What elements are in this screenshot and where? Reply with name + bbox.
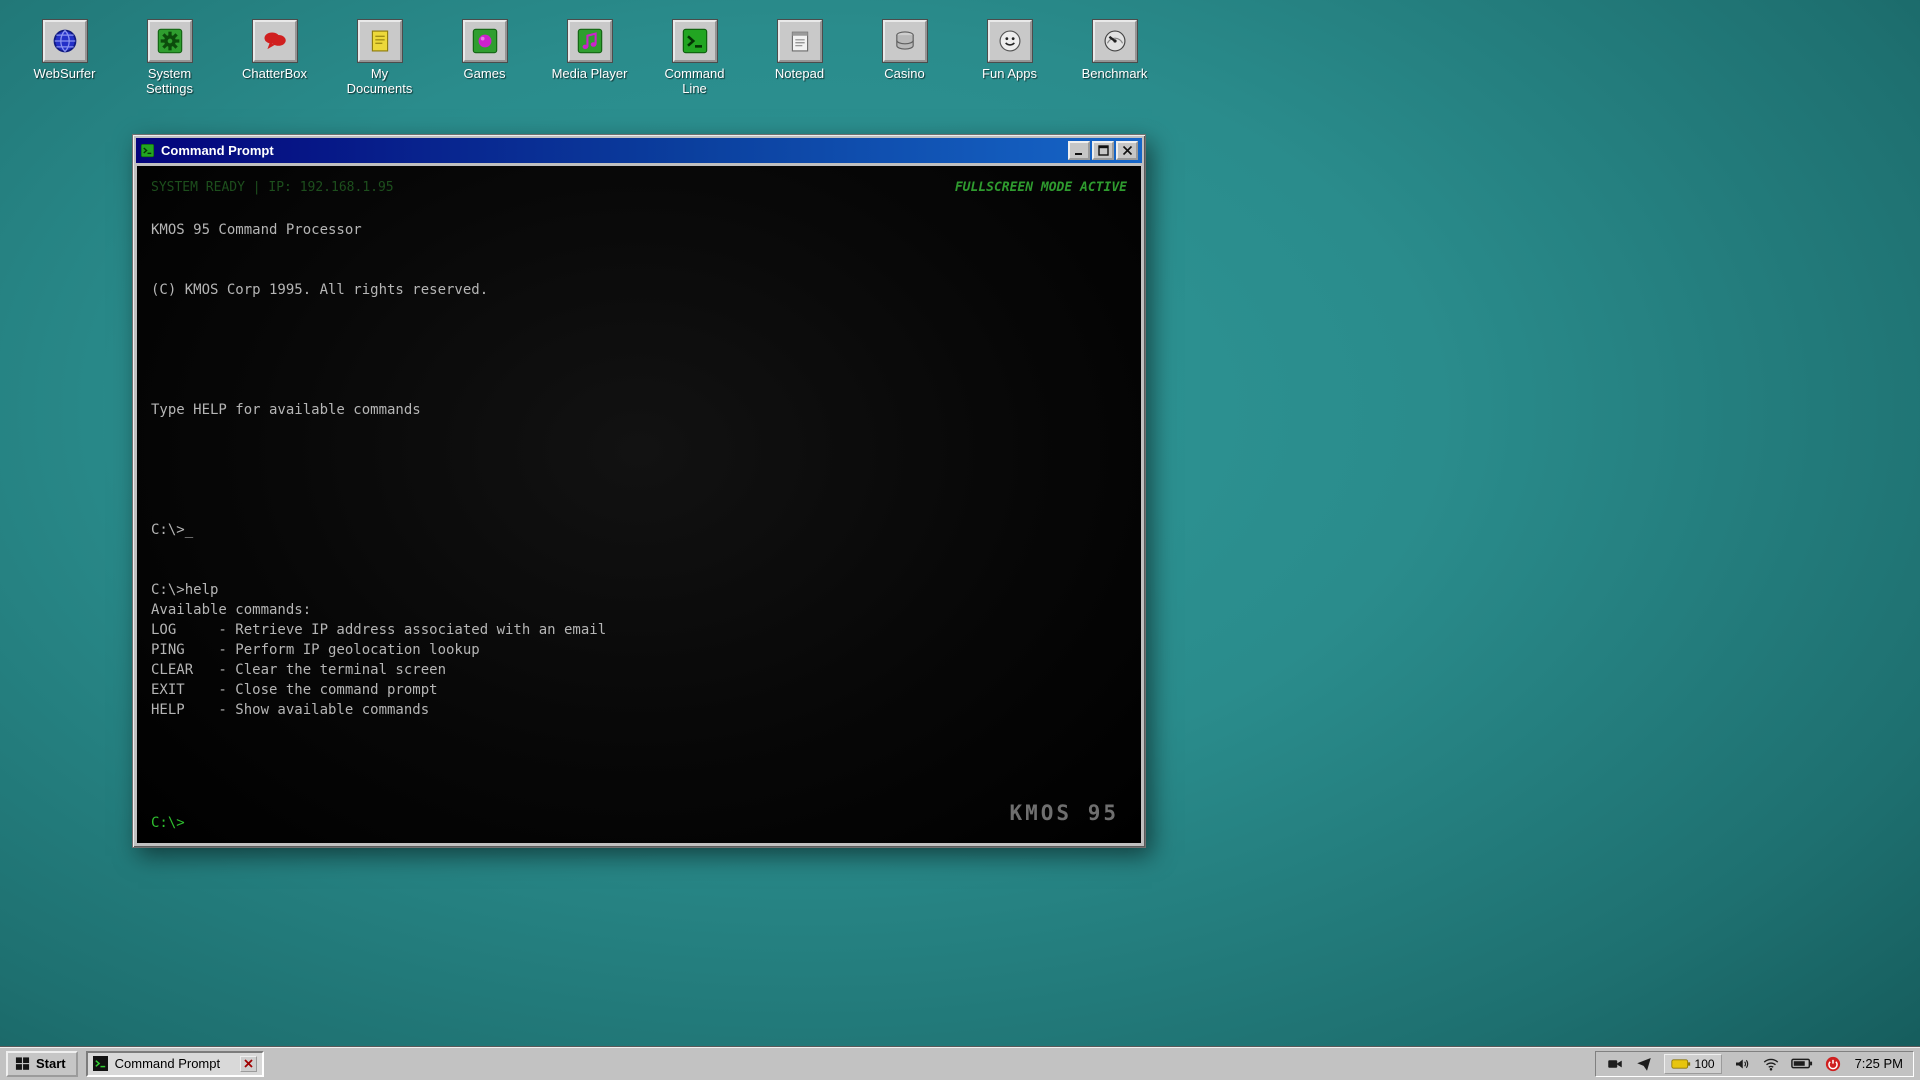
globe-icon <box>43 20 87 62</box>
command-prompt-window: Command Prompt SYSTEM READY | IP: 192.16… <box>132 134 1146 848</box>
terminal-icon <box>93 1056 108 1071</box>
desktop-icon-media-player[interactable]: Media Player <box>537 20 642 97</box>
terminal-line: C:\>help <box>151 580 1127 600</box>
chat-icon <box>253 20 297 62</box>
start-button[interactable]: Start <box>6 1051 78 1077</box>
battery-level-badge[interactable]: 100 <box>1664 1054 1722 1074</box>
terminal-line: Type HELP for available commands <box>151 400 1127 420</box>
terminal-blank-line <box>151 360 1127 380</box>
wifi-icon[interactable] <box>1762 1055 1780 1073</box>
desktop-icon-label: My Documents <box>342 67 418 97</box>
battery-yellow-icon <box>1671 1058 1691 1070</box>
windows-logo-icon <box>15 1056 30 1071</box>
video-icon[interactable] <box>1606 1055 1624 1073</box>
terminal-line: KMOS 95 Command Processor <box>151 220 1127 240</box>
desktop-icon-games[interactable]: Games <box>432 20 537 97</box>
desktop-icon-command-line[interactable]: Command Line <box>642 20 747 97</box>
desktop-icon-casino[interactable]: Casino <box>852 20 957 97</box>
gear-icon <box>148 20 192 62</box>
terminal-line: HELP - Show available commands <box>151 700 1127 720</box>
terminal-output: KMOS 95 Command Processor (C) KMOS Corp 1… <box>151 220 1127 720</box>
terminal-line: EXIT - Close the command prompt <box>151 680 1127 700</box>
fullscreen-status-text: FULLSCREEN MODE ACTIVE <box>955 178 1127 198</box>
smiley-icon <box>988 20 1032 62</box>
volume-icon[interactable] <box>1733 1055 1751 1073</box>
terminal-prompt: C:\> <box>151 813 185 833</box>
terminal-icon <box>140 143 155 158</box>
desktop-icon-fun-apps[interactable]: Fun Apps <box>957 20 1062 97</box>
system-status-text: SYSTEM READY | IP: 192.168.1.95 <box>151 178 394 198</box>
notepad-icon <box>778 20 822 62</box>
desktop-icon-label: ChatterBox <box>242 67 307 82</box>
terminal-icon <box>673 20 717 62</box>
window-titlebar[interactable]: Command Prompt <box>136 138 1142 163</box>
terminal-blank-line <box>151 260 1127 280</box>
system-tray: 100 7:25 PM <box>1595 1051 1914 1077</box>
power-icon[interactable] <box>1824 1055 1842 1073</box>
window-controls <box>1068 141 1138 160</box>
desktop-icon-label: Benchmark <box>1082 67 1148 82</box>
desktop-icon-label: System Settings <box>132 67 208 97</box>
desktop-icon-websurfer[interactable]: WebSurfer <box>12 20 117 97</box>
desktop-icon-label: Games <box>464 67 506 82</box>
games-icon <box>463 20 507 62</box>
desktop-icon-label: Casino <box>884 67 924 82</box>
battery-icon[interactable] <box>1791 1057 1813 1070</box>
taskbar-task-command-prompt[interactable]: Command Prompt <box>86 1051 264 1077</box>
desktop-icon-chatterbox[interactable]: ChatterBox <box>222 20 327 97</box>
send-icon[interactable] <box>1635 1055 1653 1073</box>
task-item-container: Command Prompt <box>86 1051 264 1077</box>
terminal-blank-line <box>151 560 1127 580</box>
taskbar-clock: 7:25 PM <box>1855 1056 1903 1071</box>
terminal-status-row: SYSTEM READY | IP: 192.168.1.95 FULLSCRE… <box>151 178 1127 198</box>
terminal-line: LOG - Retrieve IP address associated wit… <box>151 620 1127 640</box>
terminal-line: PING - Perform IP geolocation lookup <box>151 640 1127 660</box>
terminal-blank-line <box>151 500 1127 520</box>
window-title: Command Prompt <box>161 143 274 158</box>
desktop-icon-label: Command Line <box>657 67 733 97</box>
desktop-icon-label: Notepad <box>775 67 824 82</box>
close-button[interactable] <box>1116 141 1138 160</box>
kmos-watermark: KMOS 95 <box>1009 803 1119 823</box>
desktop-icon-benchmark[interactable]: Benchmark <box>1062 20 1167 97</box>
terminal-blank-line <box>151 540 1127 560</box>
start-label: Start <box>36 1056 66 1071</box>
terminal-blank-line <box>151 240 1127 260</box>
desktop-icon-my-documents[interactable]: My Documents <box>327 20 432 97</box>
terminal-blank-line <box>151 320 1127 340</box>
terminal-line: CLEAR - Clear the terminal screen <box>151 660 1127 680</box>
terminal-blank-line <box>151 480 1127 500</box>
desktop-icon-row: WebSurfer System Settings ChatterBox My Doc… <box>12 20 1167 97</box>
terminal-blank-line <box>151 300 1127 320</box>
coins-icon <box>883 20 927 62</box>
document-icon <box>358 20 402 62</box>
music-note-icon <box>568 20 612 62</box>
terminal-line: Available commands: <box>151 600 1127 620</box>
terminal-screen[interactable]: SYSTEM READY | IP: 192.168.1.95 FULLSCRE… <box>137 166 1141 843</box>
taskbar: Start Command Prompt 100 7:25 PM <box>0 1046 1920 1080</box>
terminal-blank-line <box>151 420 1127 440</box>
maximize-button[interactable] <box>1092 141 1114 160</box>
desktop-icon-system-settings[interactable]: System Settings <box>117 20 222 97</box>
desktop-icon-label: Fun Apps <box>982 67 1037 82</box>
desktop-icon-label: WebSurfer <box>34 67 96 82</box>
desktop-icon-label: Media Player <box>552 67 628 82</box>
terminal-blank-line <box>151 380 1127 400</box>
desktop-icon-notepad[interactable]: Notepad <box>747 20 852 97</box>
terminal-blank-line <box>151 440 1127 460</box>
battery-percent-text: 100 <box>1695 1057 1715 1071</box>
gauge-icon <box>1093 20 1137 62</box>
terminal-line: C:\>_ <box>151 520 1127 540</box>
terminal-line: (C) KMOS Corp 1995. All rights reserved. <box>151 280 1127 300</box>
task-label: Command Prompt <box>115 1056 220 1071</box>
terminal-blank-line <box>151 460 1127 480</box>
minimize-button[interactable] <box>1068 141 1090 160</box>
terminal-blank-line <box>151 340 1127 360</box>
task-close-button[interactable] <box>240 1056 257 1072</box>
